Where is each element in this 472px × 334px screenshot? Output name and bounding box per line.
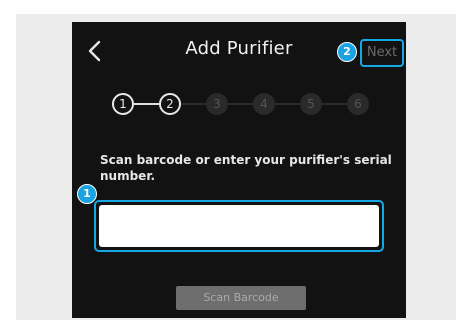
- serial-field-highlight: [94, 200, 384, 252]
- step-connector: [275, 103, 300, 105]
- step-4: 4: [253, 93, 275, 115]
- header-bar: Add Purifier Next 2: [72, 22, 406, 80]
- step-indicator: 1 2 3 4 5 6: [112, 93, 372, 117]
- callout-badge-serial: 1: [77, 184, 97, 204]
- step-connector: [181, 103, 206, 105]
- chevron-left-icon[interactable]: [80, 36, 110, 66]
- app-screen: Add Purifier Next 2 1 2 3 4 5 6 Scan bar…: [72, 22, 406, 318]
- step-3: 3: [206, 93, 228, 115]
- next-button[interactable]: Next: [360, 39, 404, 67]
- step-connector: [228, 103, 253, 105]
- step-2: 2: [159, 93, 181, 115]
- step-5: 5: [300, 93, 322, 115]
- callout-badge-next: 2: [337, 42, 357, 62]
- step-connector: [134, 103, 159, 105]
- scan-barcode-button[interactable]: Scan Barcode: [176, 286, 306, 310]
- serial-number-input[interactable]: [99, 205, 379, 247]
- instruction-text: Scan barcode or enter your purifier's se…: [100, 153, 392, 183]
- step-connector: [322, 103, 347, 105]
- step-1: 1: [112, 93, 134, 115]
- step-6: 6: [347, 93, 369, 115]
